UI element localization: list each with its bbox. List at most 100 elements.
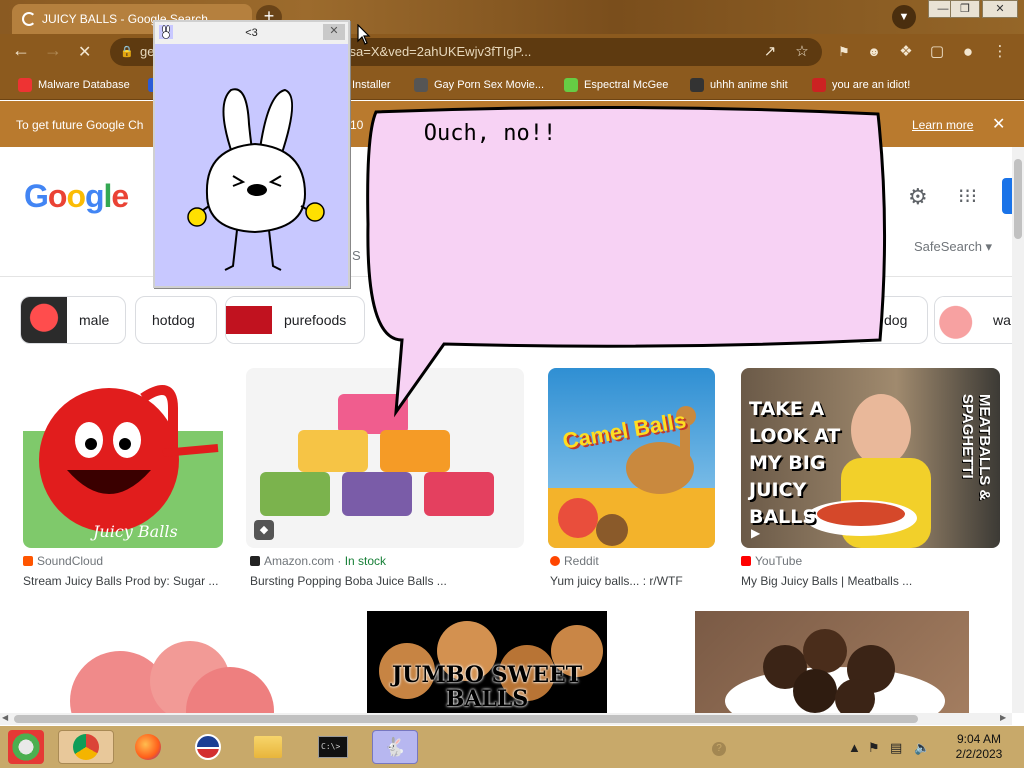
chip-label: purefoods (284, 312, 347, 328)
result-title[interactable]: Yum juicy balls... : r/WTF (550, 574, 683, 588)
clock-date: 2/2/2023 (955, 747, 1003, 761)
learn-more-link[interactable]: Learn more (912, 118, 973, 132)
taskbar-cmd-icon[interactable]: C:\> (312, 730, 354, 764)
bookmark-malware-database[interactable]: Malware Database (18, 76, 130, 94)
infobar-close-icon[interactable]: ✕ (992, 114, 1005, 134)
bookmark-label: uhhh anime shit (710, 79, 788, 91)
back-icon[interactable]: ← (12, 40, 30, 61)
network-icon[interactable]: ▤ (890, 740, 902, 756)
forward-icon[interactable]: → (44, 40, 62, 61)
scroll-right-icon[interactable]: ▶ (1000, 713, 1006, 722)
taskbar-explorer-icon[interactable] (250, 730, 286, 764)
clock-time: 9:04 AM (956, 732, 1002, 746)
taskbar-bunny-app-icon[interactable]: 🐇 (372, 730, 418, 764)
taskbar-chrome-icon[interactable] (58, 730, 114, 764)
loading-icon (22, 12, 36, 26)
chip-thumbnail (935, 297, 981, 343)
mouse-cursor-icon (357, 24, 371, 45)
horizontal-scrollbar[interactable]: ◀ ▶ (0, 713, 1012, 725)
bookmark-star-icon[interactable]: ☆ (792, 42, 812, 62)
result-source[interactable]: SoundCloud (23, 554, 103, 568)
action-center-flag-icon[interactable]: ⚑ (868, 740, 880, 756)
taskbar-campaign-icon[interactable] (190, 730, 226, 764)
google-apps-icon[interactable]: ⁝⁝⁝ (958, 184, 977, 209)
result-source[interactable]: Amazon.com · In stock (250, 554, 386, 568)
reddit-favicon-icon (550, 556, 560, 566)
close-window-button[interactable]: ✕ (982, 0, 1018, 18)
extension-avatar-icon[interactable]: ☻ (864, 42, 884, 62)
bookmark-movie[interactable]: Gay Porn Sex Movie... (414, 76, 544, 94)
result-image-caption: JUMBO SWEET BALLS (391, 662, 583, 712)
popup-titlebar[interactable]: <3 ✕ (155, 22, 348, 44)
bookmark-favicon-icon (812, 78, 826, 92)
bookmark-espectral-mcgee[interactable]: Espectral McGee (564, 76, 668, 94)
scrollbar-thumb[interactable] (14, 715, 918, 723)
maximize-button[interactable]: ❐ (950, 0, 980, 18)
tab-search-button[interactable]: ▼ (892, 5, 916, 29)
settings-gear-icon[interactable]: ⚙ (908, 184, 928, 210)
chip-label: wa (993, 312, 1011, 328)
vertical-scrollbar[interactable] (1012, 147, 1024, 713)
bunny-illustration (187, 88, 325, 271)
system-clock[interactable]: 9:04 AM 2/2/2023 (944, 732, 1014, 762)
stop-loading-icon[interactable]: ✕ (78, 42, 91, 62)
image-result-row2-peaches[interactable] (20, 611, 312, 713)
chip-thumbnail (226, 297, 272, 343)
bunny-app-icon (159, 25, 173, 39)
image-result-row2-jumbo[interactable]: JUMBO SWEET BALLS (333, 611, 639, 713)
taskbar-firefox-icon[interactable] (130, 730, 166, 764)
scrollbar-thumb[interactable] (1014, 159, 1022, 239)
speech-bubble (366, 105, 887, 418)
popup-title: <3 (245, 27, 258, 39)
bookmark-anime[interactable]: uhhh anime shit (690, 76, 788, 94)
bookmark-favicon-icon (414, 78, 428, 92)
tray-overflow-icon[interactable]: ▲ (848, 740, 861, 755)
start-button-icon[interactable] (8, 730, 44, 764)
chip-purefoods[interactable]: purefoods (225, 296, 365, 344)
bookmark-label: Installer (352, 79, 391, 91)
bookmark-favicon-icon (564, 78, 578, 92)
result-title[interactable]: Stream Juicy Balls Prod by: Sugar ... (23, 574, 218, 588)
result-image[interactable]: Juicy Balls (23, 368, 223, 548)
bookmark-label: you are an idiot! (832, 79, 911, 91)
youtube-favicon-icon (741, 556, 751, 566)
scroll-left-icon[interactable]: ◀ (2, 713, 8, 722)
chip-label: hotdog (152, 312, 195, 328)
side-panel-icon[interactable]: ▢ (927, 42, 947, 62)
popup-close-button[interactable]: ✕ (323, 24, 345, 40)
product-tag-icon: ◆ (254, 520, 274, 540)
chocolate-balls-drawing (725, 629, 945, 713)
image-result-row2-chocolate[interactable] (661, 611, 1001, 713)
amazon-favicon-icon (250, 556, 260, 566)
play-icon: ▶ (751, 526, 761, 540)
chip-male[interactable]: male (20, 296, 126, 344)
result-source[interactable]: Reddit (550, 554, 599, 568)
red-balls-drawing (70, 641, 274, 713)
share-icon[interactable]: ↗ (760, 42, 780, 62)
faded-help-icon: ? (712, 742, 726, 756)
bunny-popup-window[interactable]: <3 ✕ (153, 20, 350, 288)
extensions-puzzle-icon[interactable]: ❖ (896, 42, 916, 62)
extension-flag-icon[interactable]: ⚑ (834, 42, 854, 62)
bookmark-label: Gay Porn Sex Movie... (434, 79, 545, 91)
chip-hotdog[interactable]: hotdog (135, 296, 217, 344)
chip-wa[interactable]: wa (934, 296, 1012, 344)
result-image-caption: Juicy Balls (93, 522, 178, 541)
stock-status: In stock (344, 554, 387, 568)
bookmark-label: Espectral McGee (584, 79, 669, 91)
bookmark-label: Malware Database (38, 79, 130, 91)
google-logo[interactable]: Google (24, 178, 129, 215)
search-tools-hint: S (352, 248, 361, 263)
bookmark-you-are-an-idiot[interactable]: you are an idiot! (812, 76, 910, 94)
profile-icon[interactable]: ● (958, 42, 978, 62)
lock-icon: 🔒 (120, 46, 134, 58)
result-source[interactable]: YouTube (741, 554, 802, 568)
result-title[interactable]: Bursting Popping Boba Juice Balls ... (250, 574, 447, 588)
bookmark-favicon-icon (690, 78, 704, 92)
bookmark-installer[interactable]: Installer (352, 76, 391, 94)
volume-icon[interactable]: 🔈 (914, 740, 930, 756)
menu-dots-icon[interactable]: ⋮ (990, 42, 1010, 62)
result-title[interactable]: My Big Juicy Balls | Meatballs ... (741, 574, 912, 588)
result-image-side-caption: MEATBALLS & SPAGHETTI (959, 394, 993, 501)
safesearch-dropdown[interactable]: SafeSearch ▾ (914, 239, 992, 255)
